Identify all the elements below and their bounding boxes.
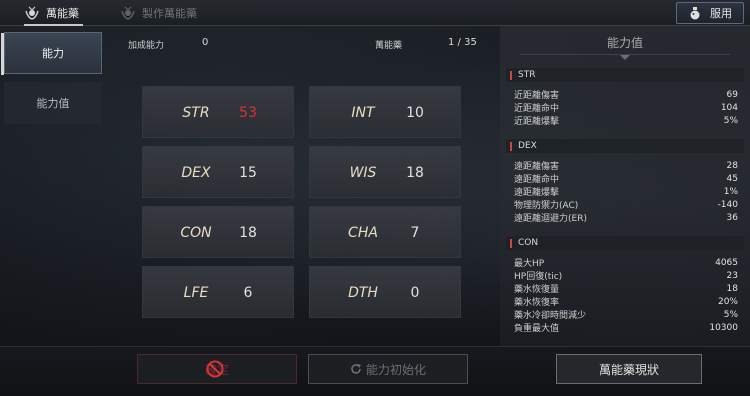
stat-name: CON — [180, 225, 212, 241]
stat-box-str: STR 53 — [142, 86, 294, 138]
section-heading: DEX — [506, 139, 744, 153]
tab-make-elixir-label: 製作萬能藥 — [142, 7, 197, 20]
stat-name: INT — [351, 105, 375, 121]
panel-title: 能力值 — [606, 36, 643, 50]
stat-row: 近距離爆擊 5% — [514, 115, 738, 128]
tab-elixir[interactable]: 萬能藥 — [24, 0, 83, 26]
tab-elixir-label: 萬能藥 — [46, 7, 79, 20]
chevron-down-icon — [620, 55, 630, 60]
stat-box-lfe: LFE 6 — [142, 266, 294, 318]
stat-box-cha: CHA 7 — [309, 206, 461, 258]
stat-row: 遠距離迴避力(ER) 36 — [514, 212, 738, 225]
stat-row: 遠距離傷害 28 — [514, 160, 738, 173]
elixir-count-label: 萬能藥 — [375, 41, 403, 51]
stat-box-dth: DTH 0 — [309, 266, 461, 318]
section-heading: STR — [506, 68, 744, 82]
stat-row: 藥水恢復率 20% — [514, 296, 738, 309]
stat-value: 0 — [410, 285, 420, 301]
side-menu: 能力 能力值 — [0, 26, 108, 346]
side-item-label: 能力 — [42, 47, 64, 60]
laurel-emblem-icon — [24, 5, 40, 21]
side-item-ability-value[interactable]: 能力值 — [4, 82, 102, 124]
stat-box-con: CON 18 — [142, 206, 294, 258]
top-bar: 萬能藥 製作萬能藥 服用 — [0, 0, 750, 26]
elixir-status-button[interactable]: 萬能藥現狀 — [556, 354, 702, 384]
section-con: CON 最大HP 4065 HP回復(tic) 23 藥水恢復量 18 藥水恢復率 20… — [506, 236, 744, 334]
bonus-ability-value: 0 — [202, 37, 209, 48]
stat-box-int: INT 10 — [309, 86, 461, 138]
stat-row: 物理防禦力(AC) -140 — [514, 199, 738, 212]
refresh-icon — [350, 363, 362, 375]
side-item-ability[interactable]: 能力 — [1, 32, 102, 75]
stat-name: DTH — [348, 285, 378, 301]
stat-name: WIS — [349, 165, 377, 181]
stat-name: CHA — [348, 225, 378, 241]
elixir-count-value: 1 / 35 — [448, 37, 477, 48]
side-item-label: 能力值 — [36, 97, 70, 110]
use-button-label: 服用 — [710, 7, 732, 20]
stat-value: 18 — [406, 165, 424, 181]
stat-value: 10 — [406, 105, 424, 121]
section-dex: DEX 遠距離傷害 28 遠距離命中 45 遠距離爆擊 1% 物理防禦力(AC) -14… — [506, 139, 744, 224]
stat-name: LFE — [183, 285, 209, 301]
stat-row: 負重最大值 10300 — [514, 322, 738, 335]
potion-icon — [688, 6, 702, 20]
stat-value: 7 — [410, 225, 420, 241]
stat-row: 藥水冷卻時間減少 5% — [514, 309, 738, 322]
prohibited-icon — [206, 360, 224, 378]
stat-row: 遠距離命中 45 — [514, 173, 738, 186]
stat-value: 15 — [239, 165, 257, 181]
stat-value: 6 — [243, 285, 253, 301]
stat-row: 最大HP 4065 — [514, 257, 738, 270]
section-heading: CON — [506, 236, 744, 250]
reset-abilities-button[interactable]: 能力初始化 — [308, 354, 468, 384]
stat-box-wis: WIS 18 — [309, 146, 461, 198]
stat-row: 近距離傷害 69 — [514, 89, 738, 102]
stat-value: 53 — [239, 105, 257, 121]
bonus-ability-label: 加成能力 — [128, 41, 165, 51]
stat-row: 藥水恢復量 18 — [514, 283, 738, 296]
section-str: STR 近距離傷害 69 近距離命中 104 近距離爆擊 5% — [506, 68, 744, 127]
stat-row: HP回復(tic) 23 — [514, 270, 738, 283]
elixir-status-label: 萬能藥現狀 — [598, 362, 659, 377]
laurel-emblem-icon — [120, 5, 136, 21]
stat-row: 近距離命中 104 — [514, 102, 738, 115]
stat-row: 遠距離爆擊 1% — [514, 186, 738, 199]
stat-box-dex: DEX 15 — [142, 146, 294, 198]
reset-abilities-label: 能力初始化 — [365, 362, 426, 377]
stat-value: 18 — [239, 225, 257, 241]
use-button[interactable]: 服用 — [676, 2, 744, 24]
tab-make-elixir[interactable]: 製作萬能藥 — [120, 0, 197, 26]
stat-name: STR — [182, 105, 210, 121]
stat-name: DEX — [181, 165, 211, 181]
